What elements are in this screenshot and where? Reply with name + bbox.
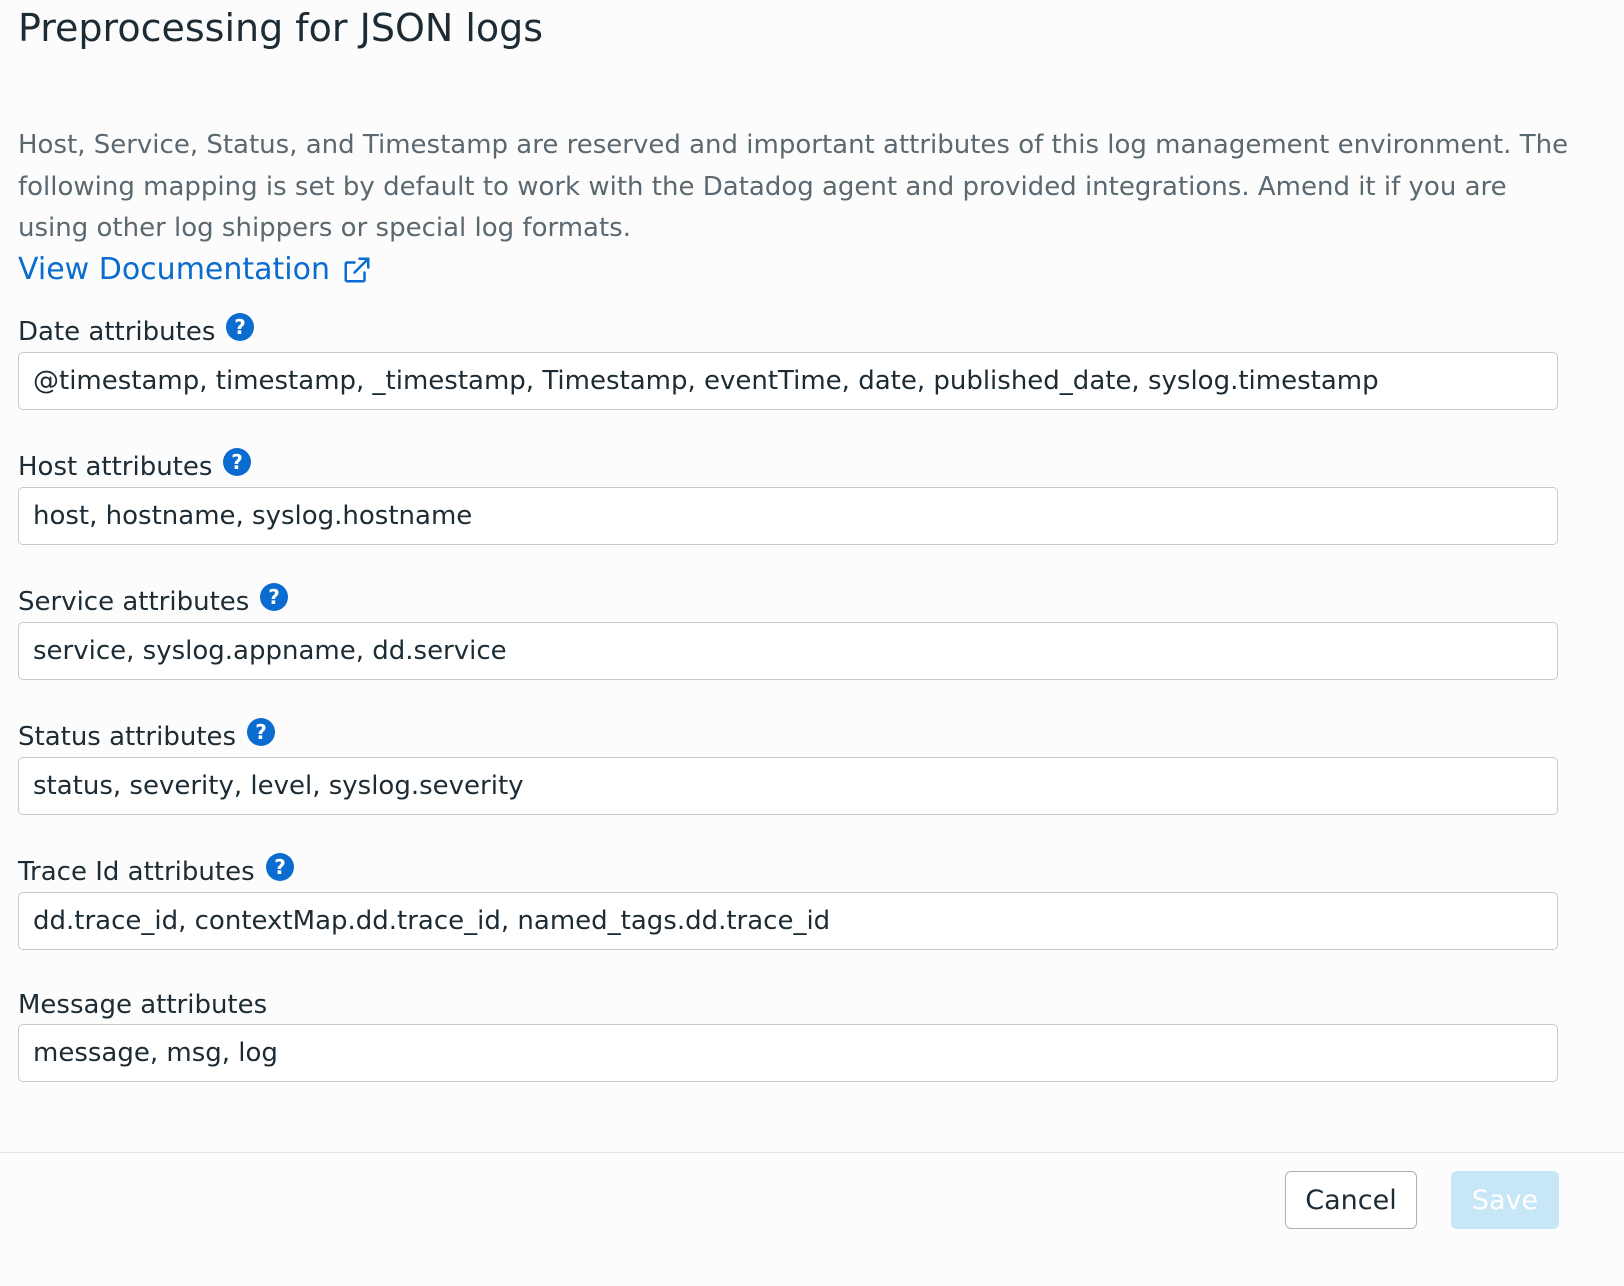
status-attributes-label: Status attributes ?	[18, 717, 276, 755]
message-attributes-label-text: Message attributes	[18, 990, 268, 1020]
service-attributes-input[interactable]	[18, 622, 1558, 680]
view-documentation-link[interactable]: View Documentation	[18, 248, 372, 292]
svg-text:?: ?	[274, 855, 286, 879]
save-button[interactable]: Save	[1451, 1171, 1559, 1229]
svg-text:?: ?	[232, 450, 244, 474]
svg-text:?: ?	[235, 315, 247, 339]
description-text: Host, Service, Status, and Timestamp are…	[18, 130, 1569, 243]
status-attributes-label-text: Status attributes	[18, 722, 237, 752]
question-circle-icon[interactable]: ?	[246, 717, 276, 747]
host-attributes-label-text: Host attributes	[18, 452, 213, 482]
page-title: Preprocessing for JSON logs	[18, 6, 544, 50]
question-circle-icon[interactable]: ?	[225, 312, 255, 342]
service-attributes-label-text: Service attributes	[18, 587, 250, 617]
date-attributes-label: Date attributes ?	[18, 312, 255, 350]
view-documentation-label: View Documentation	[18, 252, 330, 287]
question-circle-icon[interactable]: ?	[265, 852, 295, 882]
question-circle-icon[interactable]: ?	[259, 582, 289, 612]
message-attributes-input[interactable]	[18, 1024, 1558, 1082]
date-attributes-label-text: Date attributes	[18, 317, 216, 347]
external-link-icon	[344, 257, 370, 283]
trace-id-attributes-label-text: Trace Id attributes	[18, 857, 255, 887]
trace-id-attributes-label: Trace Id attributes ?	[18, 852, 295, 890]
message-attributes-label: Message attributes	[18, 987, 267, 1023]
footer-divider	[0, 1152, 1624, 1153]
host-attributes-input[interactable]	[18, 487, 1558, 545]
svg-text:?: ?	[255, 720, 267, 744]
date-attributes-input[interactable]	[18, 352, 1558, 410]
status-attributes-input[interactable]	[18, 757, 1558, 815]
trace-id-attributes-input[interactable]	[18, 892, 1558, 950]
host-attributes-label: Host attributes ?	[18, 447, 252, 485]
service-attributes-label: Service attributes ?	[18, 582, 289, 620]
svg-text:?: ?	[269, 585, 281, 609]
question-circle-icon[interactable]: ?	[222, 447, 252, 477]
cancel-button[interactable]: Cancel	[1285, 1171, 1417, 1229]
